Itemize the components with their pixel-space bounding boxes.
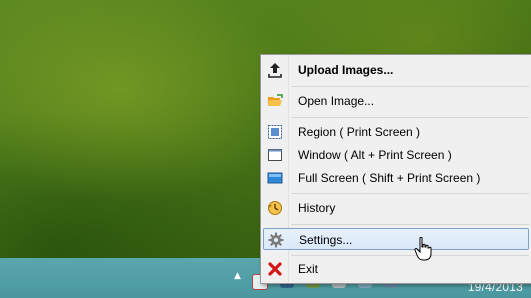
menu-separator xyxy=(291,117,529,118)
menu-item-label: Full Screen ( Shift + Print Screen ) xyxy=(298,171,481,185)
menu-item-window[interactable]: Window ( Alt + Print Screen ) xyxy=(263,144,529,166)
window-icon xyxy=(267,147,283,163)
menu-separator xyxy=(291,255,529,256)
context-menu: Upload Images... Open Image... Region ( … xyxy=(260,54,531,284)
menu-item-label: History xyxy=(298,201,336,215)
mouse-cursor-icon xyxy=(414,237,432,261)
gear-icon xyxy=(268,232,284,248)
menu-item-label: Exit xyxy=(298,262,319,276)
upload-icon xyxy=(267,62,283,78)
fullscreen-icon xyxy=(267,170,283,186)
menu-item-upload-images[interactable]: Upload Images... xyxy=(263,59,529,81)
menu-item-history[interactable]: History xyxy=(263,197,529,219)
menu-item-region[interactable]: Region ( Print Screen ) xyxy=(263,121,529,143)
region-icon xyxy=(267,124,283,140)
menu-item-open-image[interactable]: Open Image... xyxy=(263,90,529,112)
history-icon xyxy=(267,200,283,216)
menu-item-label: Open Image... xyxy=(298,94,375,108)
chevron-up-icon[interactable]: ▲ xyxy=(234,272,242,281)
menu-separator xyxy=(291,224,529,225)
menu-item-settings[interactable]: Settings... xyxy=(263,228,529,250)
menu-item-label: Region ( Print Screen ) xyxy=(298,125,421,139)
menu-item-label: Window ( Alt + Print Screen ) xyxy=(298,148,452,162)
close-icon xyxy=(267,261,283,277)
menu-item-exit[interactable]: Exit xyxy=(263,258,529,280)
menu-item-full-screen[interactable]: Full Screen ( Shift + Print Screen ) xyxy=(263,167,529,189)
menu-item-label: Upload Images... xyxy=(298,63,394,77)
menu-separator xyxy=(291,193,529,194)
menu-separator xyxy=(291,86,529,87)
open-folder-icon xyxy=(267,93,283,109)
menu-item-label: Settings... xyxy=(299,233,353,247)
